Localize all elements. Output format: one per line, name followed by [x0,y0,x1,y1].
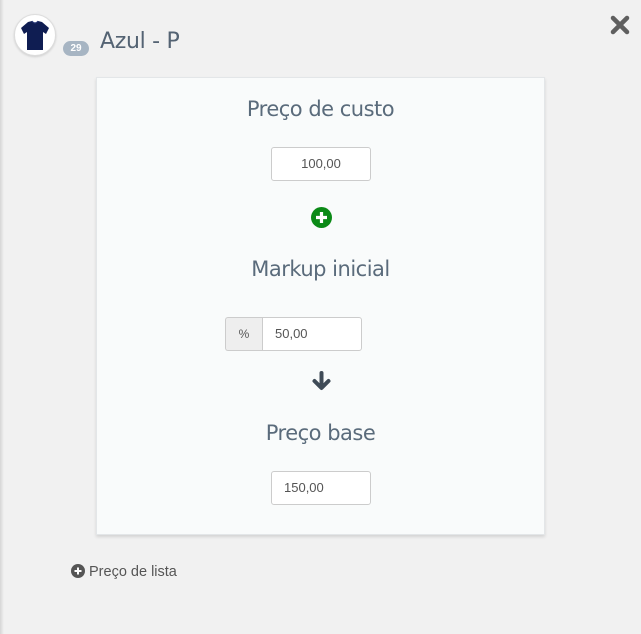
tshirt-icon [21,20,49,50]
variant-count-badge: 29 [63,41,89,56]
close-icon [610,15,630,35]
arrow-down-indicator [311,371,332,397]
product-title: Azul - P [100,29,180,54]
header: 29 Azul - P [14,14,634,58]
markup-unit-addon: % [225,317,262,351]
cost-price-title: Preço de custo [246,97,395,121]
base-price-input[interactable]: 150,00 [271,471,371,505]
close-button[interactable] [609,14,631,36]
arrow-down-icon [312,371,331,390]
base-price-title: Preço base [265,421,376,445]
markup-title: Markup inicial [251,257,390,281]
pricing-card: Preço de custo 100,00 Markup inicial % 5… [96,77,545,535]
panel-edge-shadow [0,0,4,634]
markup-input[interactable]: 50,00 [262,317,362,351]
add-list-price-label: Preço de lista [89,564,177,580]
product-avatar [14,14,56,56]
plus-circle-icon [71,564,85,578]
plus-circle-icon [311,207,332,228]
add-list-price-link[interactable]: Preço de lista [71,564,177,580]
cost-price-input[interactable]: 100,00 [271,147,371,181]
add-cost-component-button[interactable] [311,207,332,233]
